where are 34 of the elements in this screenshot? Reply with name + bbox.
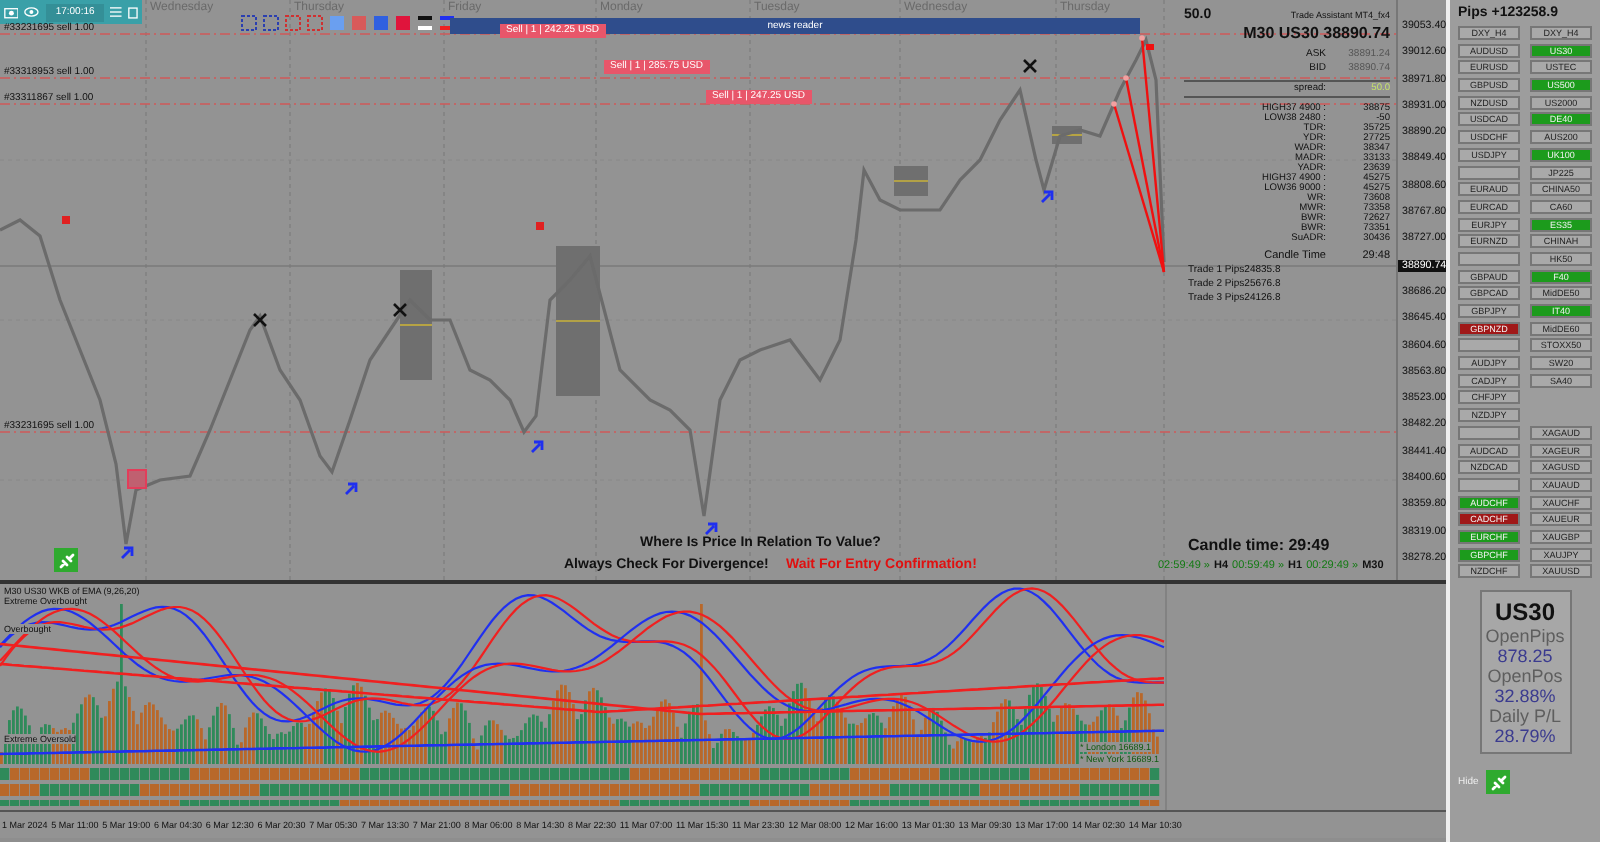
empty-button[interactable] [1458,165,1520,179]
cross-icon [392,302,408,318]
marker-icon [127,469,147,489]
arrow-icon [530,440,544,454]
camera-icon[interactable] [4,4,19,20]
chain-link-icon [1489,773,1508,792]
stats-label: OpenPos [1487,666,1563,687]
empty-button[interactable] [1458,477,1520,492]
empty-button[interactable] [1458,251,1520,266]
stats-label: Daily P/L [1488,706,1561,727]
stats-value: 32.88% [1494,686,1556,707]
stats-value: 878.25 [1497,646,1553,667]
color-palette-drawing[interactable] [240,14,460,32]
link-button[interactable] [54,548,78,572]
window-icon[interactable] [128,5,138,19]
eye-icon[interactable] [24,6,40,18]
cross-icon [1022,58,1038,74]
arrow-icon [704,522,718,536]
arrow-icon [1040,190,1054,204]
link-button[interactable] [1486,770,1511,795]
cross-icon [252,312,268,328]
range-box [399,270,433,380]
empty-button[interactable] [1458,425,1520,440]
arrow-icon [120,546,134,560]
arrow-icon [344,482,358,496]
chain-link-icon [57,551,75,569]
stats-value: 28.79% [1494,726,1556,747]
stats-label: OpenPips [1485,626,1565,647]
empty-button[interactable] [1458,338,1520,353]
candle-time: Candle time: 29:49 [1188,536,1330,554]
stats-symbol: US30 [1494,598,1556,627]
range-box [893,166,929,196]
symbol-price: M30 US30 38890.74 [1241,24,1390,42]
list-icon[interactable] [110,6,123,18]
